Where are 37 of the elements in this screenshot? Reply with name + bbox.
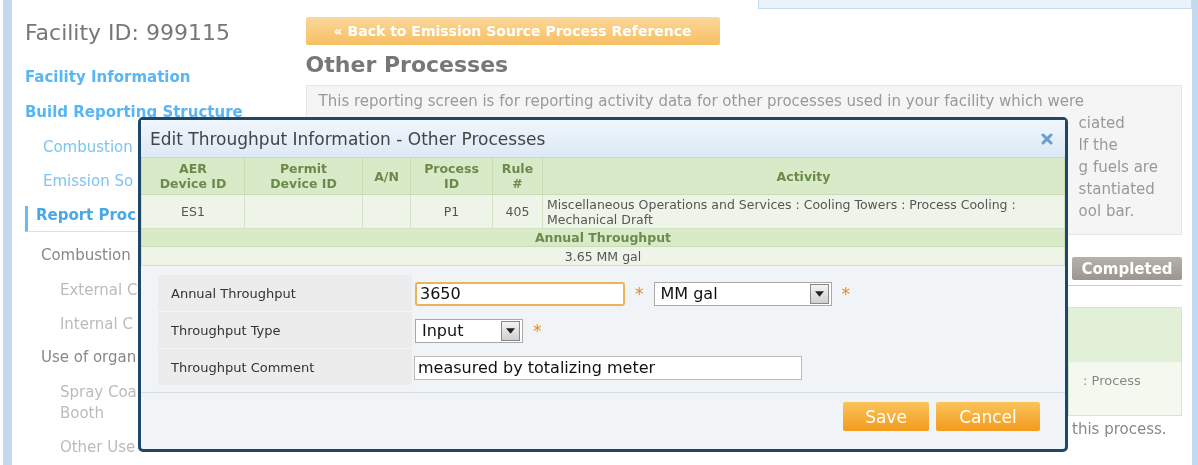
page-heading: Other Processes	[305, 52, 510, 79]
sidebar-item[interactable]: Facility Information	[24, 68, 295, 103]
field-label: Throughput Type	[158, 312, 412, 349]
table-cell: P1	[410, 194, 493, 229]
required-mark: *	[635, 283, 644, 304]
field-label: Annual Throughput	[158, 275, 412, 312]
save-button[interactable]: Save	[843, 402, 929, 431]
column-header: A/N	[362, 157, 411, 195]
description-text: If the	[1078, 136, 1119, 156]
column-header: AER Device ID	[141, 157, 245, 195]
cancel-button[interactable]: Cancel	[936, 402, 1040, 431]
field-label: Throughput Comment	[158, 349, 412, 386]
required-mark: *	[533, 320, 542, 341]
required-mark: *	[841, 283, 850, 304]
facility-title: Facility ID: 999115	[24, 20, 231, 45]
description-text: stantiated	[1078, 180, 1156, 200]
back-button[interactable]: « Back to Emission Source Process Reference	[305, 17, 720, 45]
completed-button[interactable]: Completed	[1072, 257, 1183, 280]
process-text: : Process	[1083, 373, 1141, 388]
table-cell: 405	[492, 194, 543, 229]
input-field[interactable]: measured by totalizing meter	[414, 355, 802, 380]
table-cell: ES1	[141, 194, 245, 229]
description-text: ool bar.	[1078, 202, 1136, 222]
unit-dropdown[interactable]: MM gal	[653, 281, 832, 306]
description-text: This reporting screen is for reporting activity data for other processes used in your facility which were	[318, 92, 1086, 112]
description-text: g fuels are	[1078, 158, 1159, 178]
dialog-title: Edit Throughput Information - Other Processes	[150, 128, 546, 149]
column-header: Activity	[542, 157, 1065, 195]
input-field[interactable]: 3650	[415, 281, 625, 306]
note-text: this process.	[1072, 420, 1168, 438]
description-text: ciated	[1078, 114, 1126, 134]
column-header: Rule #	[492, 157, 543, 195]
close-icon[interactable]	[1041, 132, 1053, 145]
type-dropdown[interactable]: Input	[415, 318, 523, 343]
column-header: Permit Device ID	[244, 157, 363, 195]
column-header: Process ID	[410, 157, 493, 195]
table-cell: Miscellaneous Operations and Services : Cooling Towers : Process Cooling : Mechanical Draft	[542, 194, 1065, 229]
